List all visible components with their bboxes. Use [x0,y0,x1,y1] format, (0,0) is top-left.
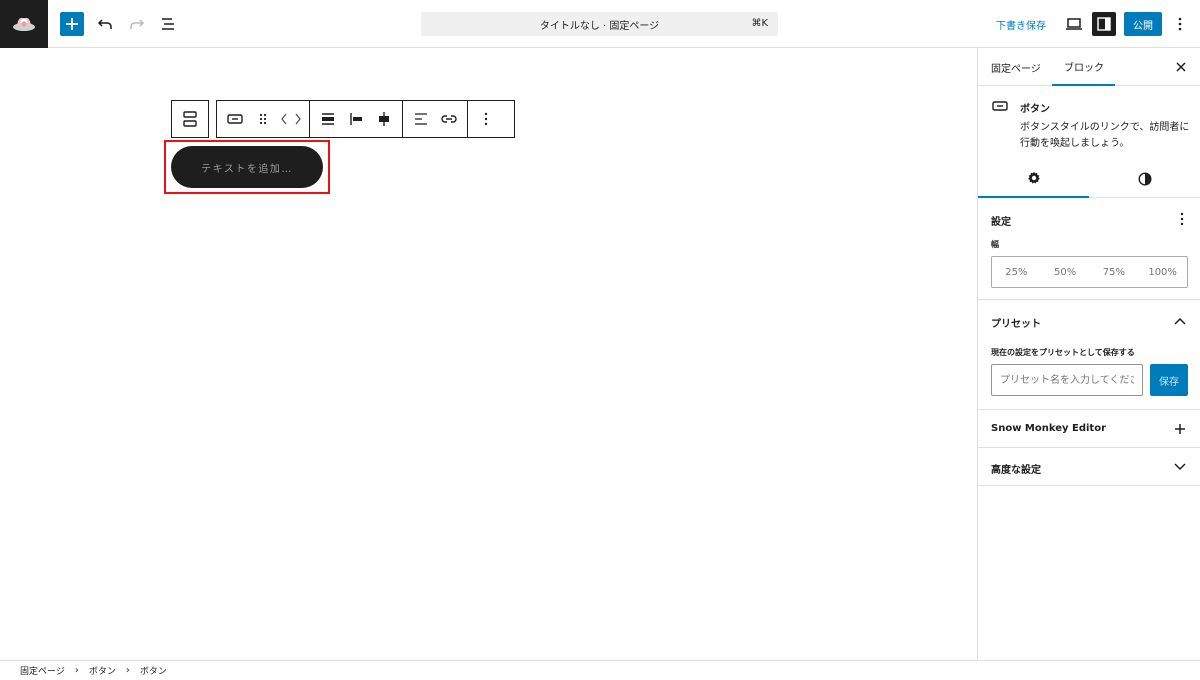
options-button[interactable] [1168,12,1192,36]
width-option-50[interactable]: 50% [1041,257,1090,287]
breadcrumb-item-buttons[interactable]: ボタン [89,664,116,677]
save-draft-button[interactable]: 下書き保存 [990,12,1052,36]
advanced-panel-toggle[interactable] [1171,458,1189,476]
preset-panel-toggle[interactable] [1171,312,1189,330]
preset-save-button[interactable]: 保存 [1150,364,1188,396]
editor-header: タイトルなし · 固定ページ ⌘K 下書き保存 公開 [0,0,1200,48]
redo-icon [130,19,145,29]
settings-panel-title: 設定 [991,217,1011,228]
button-block-icon [992,101,1008,111]
snow-monkey-panel-title: Snow Monkey Editor [991,423,1107,434]
move-arrows-icon [281,113,301,125]
select-parent-button[interactable] [176,101,204,137]
undo-button[interactable] [93,12,117,36]
width-selector: 25% 50% 75% 100% [991,256,1188,288]
button-text-placeholder: テキストを追加… [201,163,293,175]
drag-handle[interactable] [249,101,277,137]
document-title-bar[interactable]: タイトルなし · 固定ページ ⌘K [421,12,778,36]
list-view-icon [162,18,174,30]
group-block-icon [183,111,197,127]
preset-panel: プリセット 現在の設定をプリセットとして保存する 保存 [978,300,1200,410]
chevron-down-icon [1174,463,1186,471]
tab-page[interactable]: 固定ページ [991,48,1041,86]
close-sidebar-button[interactable] [1172,58,1190,76]
tab-styles[interactable] [1089,160,1200,198]
preset-panel-title: プリセット [991,319,1041,330]
plus-icon [1175,424,1185,434]
justify-center-button[interactable] [370,101,398,137]
contrast-icon [1137,172,1152,186]
preset-name-input[interactable] [991,364,1143,396]
settings-sidebar: 固定ページ ブロック ボタン ボタンスタイルのリンクで、訪問者に行動を喚起しまし… [977,48,1200,660]
button-block[interactable]: テキストを追加… [171,146,323,188]
justify-center-icon [379,112,389,126]
desktop-icon [1066,18,1082,30]
width-option-100[interactable]: 100% [1138,257,1187,287]
block-options-button[interactable] [472,101,500,137]
block-breadcrumb: 固定ページ › ボタン › ボタン [0,660,1200,680]
tab-settings[interactable] [978,160,1089,198]
more-vertical-icon [1178,17,1182,31]
chevron-up-icon [1174,317,1186,325]
chevron-right-icon: › [74,665,79,676]
block-icon [992,100,1008,115]
width-option-75[interactable]: 75% [1090,257,1139,287]
undo-icon [97,19,112,29]
width-option-25[interactable]: 25% [992,257,1041,287]
toolbar-group-align [310,101,403,137]
text-align-icon [415,113,427,125]
block-description: ボタンスタイルのリンクで、訪問者に行動を喚起しましょう。 [1020,122,1190,149]
gear-icon [1027,171,1040,184]
settings-options-button[interactable] [1174,210,1190,228]
add-block-button[interactable] [60,12,84,36]
sidebar-icon [1097,17,1111,31]
toolbar-group-options [468,101,504,137]
snow-monkey-panel-toggle[interactable] [1171,420,1189,438]
align-full-icon [322,113,334,125]
justify-left-button[interactable] [342,101,370,137]
publish-button[interactable]: 公開 [1124,12,1162,36]
more-vertical-icon [1180,212,1184,226]
settings-toggle-button[interactable] [1092,12,1116,36]
block-toolbar [216,100,515,138]
preset-save-label: 現在の設定をプリセットとして保存する [991,348,1135,357]
link-icon [441,115,457,123]
move-buttons[interactable] [277,101,305,137]
width-label: 幅 [991,240,999,249]
more-vertical-icon [484,112,488,126]
breadcrumb-item-button: ボタン [139,667,167,677]
preview-button[interactable] [1062,12,1086,36]
inspector-tabs [978,160,1200,198]
sidebar-tabs: 固定ページ ブロック [978,48,1200,86]
command-shortcut: ⌘K [751,18,768,29]
toolbar-group-format [403,101,468,137]
link-button[interactable] [435,101,463,137]
redo-button[interactable] [125,12,149,36]
select-parent-block-toolbar [171,100,209,138]
block-type-button[interactable] [221,101,249,137]
monkey-flower-logo-icon [13,17,35,31]
advanced-panel[interactable]: 高度な設定 [978,448,1200,486]
button-block-icon [227,114,243,124]
advanced-panel-title: 高度な設定 [991,465,1041,476]
close-icon [1176,62,1186,72]
toolbar-group-block [217,101,310,137]
drag-handle-icon [259,113,267,125]
site-logo[interactable] [0,0,48,48]
settings-panel: 設定 幅 25% 50% 75% 100% [978,198,1200,300]
document-title: タイトルなし · 固定ページ [539,20,660,32]
text-align-button[interactable] [407,101,435,137]
plus-icon [66,18,78,30]
breadcrumb-item-page[interactable]: 固定ページ [20,664,65,677]
block-title: ボタン [1020,104,1050,115]
snow-monkey-editor-panel[interactable]: Snow Monkey Editor [978,410,1200,448]
list-view-button[interactable] [156,12,180,36]
block-card: ボタン ボタンスタイルのリンクで、訪問者に行動を喚起しましょう。 [978,86,1200,160]
tab-block[interactable]: ブロック [1052,48,1115,86]
align-button[interactable] [314,101,342,137]
chevron-right-icon: › [125,665,130,676]
justify-left-icon [350,113,362,125]
